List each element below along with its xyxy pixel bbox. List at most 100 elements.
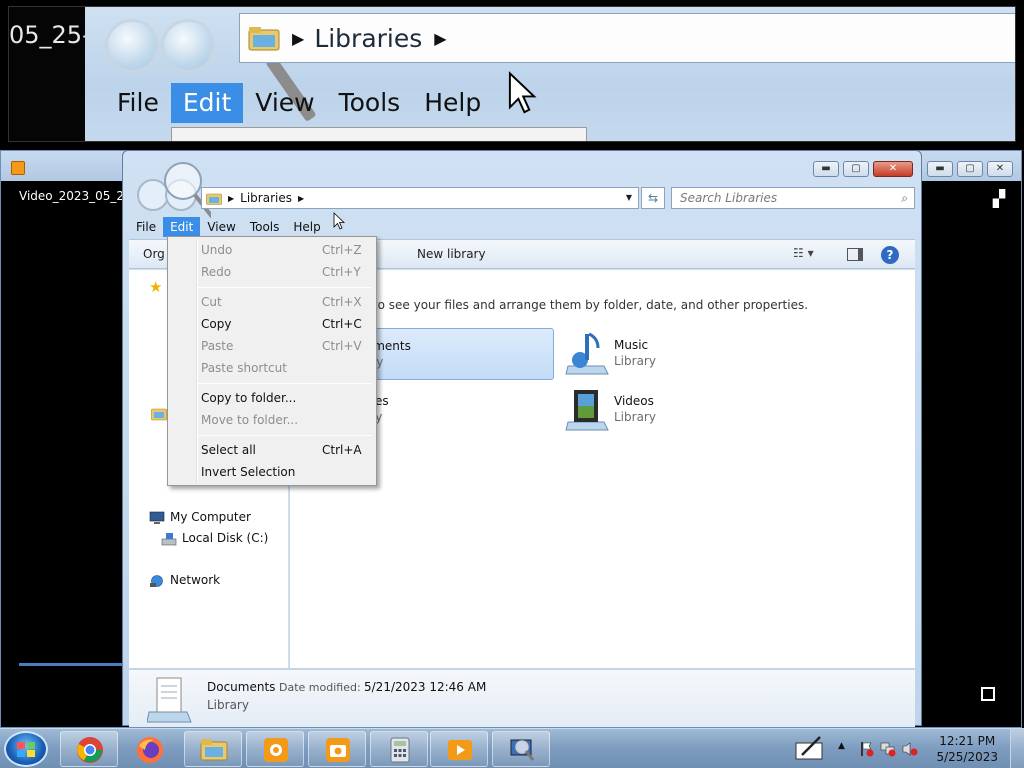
menu-item-move-to-folder[interactable]: Move to folder... — [170, 409, 374, 431]
magnifier-menu-tools: Tools — [338, 88, 401, 117]
menu-item-paste-shortcut[interactable]: Paste shortcut — [170, 357, 374, 379]
magnifier-menu-file: File — [117, 88, 159, 117]
menu-view[interactable]: View — [200, 217, 242, 237]
action-center-icon[interactable] — [858, 741, 874, 757]
menu-item-copy-to-folder[interactable]: Copy to folder... — [170, 387, 374, 409]
library-tile-videos[interactable]: Videos Library — [560, 384, 810, 436]
taskbar-video-player[interactable] — [430, 731, 488, 767]
close-button[interactable]: ✕ — [987, 161, 1013, 177]
menu-item-label: Cut — [201, 295, 222, 309]
show-hidden-icons-icon[interactable]: ▲ — [838, 741, 845, 751]
organize-button[interactable]: Org — [143, 247, 165, 261]
close-button[interactable]: ✕ — [873, 161, 913, 177]
breadcrumb-arrow-icon: ▶ — [434, 28, 447, 48]
taskbar-firefox[interactable] — [120, 731, 178, 767]
favorites-star-icon[interactable]: ★ — [149, 278, 162, 296]
folder-icon — [200, 739, 228, 761]
search-icon[interactable]: ⌕ — [901, 191, 908, 206]
clock-time: 12:21 PM — [939, 734, 996, 748]
magnifier-window: ▶ Libraries ▶ File Edit View Tools Help — [85, 7, 1015, 141]
grid-icon[interactable]: ▞ — [993, 189, 1005, 208]
new-library-button[interactable]: New library — [417, 247, 486, 261]
taskbar-file-explorer[interactable] — [184, 731, 242, 767]
nav-my-computer[interactable]: My Computer — [149, 510, 251, 525]
taskbar-screen-recorder[interactable] — [246, 731, 304, 767]
details-modified-label: Date modified: — [279, 681, 361, 694]
menu-item-label: Undo — [201, 243, 233, 257]
library-name: Videos — [614, 394, 654, 408]
menu-help[interactable]: Help — [286, 217, 327, 237]
details-item-name: Documents — [207, 680, 276, 694]
documents-library-icon — [147, 677, 192, 723]
start-button[interactable] — [4, 731, 48, 767]
details-item-type: Library — [207, 698, 249, 712]
nav-local-disk-label: Local Disk (C:) — [182, 531, 269, 545]
taskbar-chrome[interactable] — [60, 731, 118, 767]
breadcrumb-arrow-icon[interactable]: ▶ — [228, 194, 234, 203]
breadcrumb-arrow-icon[interactable]: ▶ — [298, 194, 304, 203]
library-tile-music[interactable]: Music Library — [560, 328, 810, 380]
magnifier-menu-edge — [171, 127, 587, 141]
taskbar: ▲ 12:21 PM 5/25/2023 — [0, 728, 1024, 768]
content-pane: y to see your files and arrange them by … — [290, 270, 915, 668]
folder-icon — [248, 27, 280, 51]
menu-item-shortcut: Ctrl+Y — [322, 265, 361, 279]
taskbar-calculator[interactable] — [370, 731, 428, 767]
search-input[interactable]: Search Libraries ⌕ — [671, 187, 915, 209]
nav-local-disk[interactable]: Local Disk (C:) — [161, 531, 268, 546]
preview-pane-icon[interactable] — [847, 248, 863, 261]
clock-date: 5/25/2023 — [936, 750, 998, 764]
menu-item-label: Copy to folder... — [201, 391, 297, 405]
volume-muted-icon[interactable] — [902, 741, 918, 757]
menu-item-undo[interactable]: Undo Ctrl+Z — [170, 239, 374, 261]
pen-input-icon[interactable] — [794, 735, 826, 763]
expand-icon[interactable] — [981, 687, 995, 701]
breadcrumb-arrow-icon: ▶ — [292, 28, 305, 48]
calculator-icon — [390, 737, 410, 763]
clock[interactable]: 12:21 PM 5/25/2023 — [936, 733, 998, 765]
magnifier-video-title: 05_25-3 — [9, 7, 85, 141]
taskbar-magnifier[interactable] — [492, 731, 550, 767]
video-window-controls: ▬ ▢ ✕ — [927, 161, 1013, 177]
menu-file[interactable]: File — [129, 217, 163, 237]
nav-network[interactable]: Network — [149, 573, 220, 588]
change-view-icon[interactable]: ☷ ▾ — [793, 246, 827, 264]
library-type: Library — [614, 410, 656, 424]
magnifier-view: 05_25-3 ▶ Libraries ▶ File Edit View Too… — [8, 6, 1016, 142]
maximize-button[interactable]: ▢ — [957, 161, 983, 177]
menu-item-label: Redo — [201, 265, 232, 279]
nav-network-label: Network — [170, 573, 221, 587]
minimize-button[interactable]: ▬ — [813, 161, 839, 177]
camera-icon — [326, 738, 350, 762]
menu-item-copy[interactable]: Copy Ctrl+C — [170, 313, 374, 335]
menu-edit[interactable]: Edit — [163, 217, 201, 237]
menu-tools[interactable]: Tools — [243, 217, 287, 237]
refresh-button[interactable]: ⇆ — [641, 187, 665, 209]
menu-item-paste[interactable]: Paste Ctrl+V — [170, 335, 374, 357]
breadcrumb-libraries[interactable]: Libraries — [240, 191, 292, 205]
show-desktop-button[interactable] — [1010, 729, 1024, 768]
magnifier-menubar: File Edit View Tools Help — [105, 83, 493, 123]
minimize-button[interactable]: ▬ — [927, 161, 953, 177]
address-bar[interactable]: ▶ Libraries ▶ ▼ — [201, 187, 639, 209]
video-app-icon — [11, 161, 25, 175]
menu-item-cut[interactable]: Cut Ctrl+X — [170, 291, 374, 313]
magnifier-address-bar: ▶ Libraries ▶ — [239, 13, 1015, 63]
magnifier-lens-icon — [161, 19, 215, 73]
menu-item-label: Invert Selection — [201, 465, 296, 479]
mouse-cursor-icon — [333, 212, 345, 230]
menu-item-label: Select all — [201, 443, 256, 457]
menu-item-invert-selection[interactable]: Invert Selection — [170, 461, 374, 483]
menu-item-redo[interactable]: Redo Ctrl+Y — [170, 261, 374, 283]
taskbar-camera[interactable] — [308, 731, 366, 767]
menu-item-select-all[interactable]: Select all Ctrl+A — [170, 439, 374, 461]
chevron-down-icon[interactable]: ▼ — [626, 193, 632, 202]
video-progress-bar[interactable] — [19, 663, 123, 666]
help-icon[interactable]: ? — [881, 246, 899, 264]
network-status-icon[interactable] — [880, 741, 896, 757]
magnifier-breadcrumb: Libraries — [314, 23, 423, 53]
menu-separator — [198, 435, 372, 436]
maximize-button[interactable]: ▢ — [843, 161, 869, 177]
details-modified-value: 5/21/2023 12:46 AM — [364, 680, 487, 694]
system-tray: ▲ 12:21 PM 5/25/2023 — [794, 729, 1024, 768]
